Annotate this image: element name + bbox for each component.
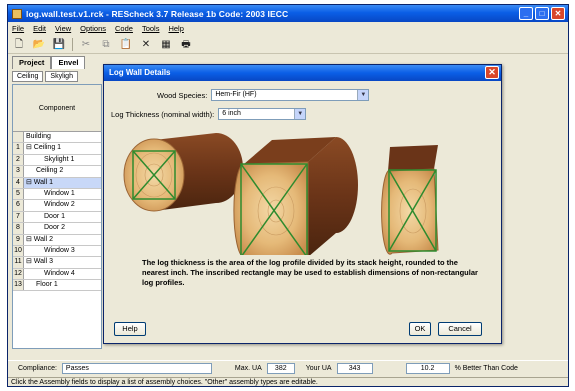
compliance-value: Passes [61,363,212,374]
table-row[interactable]: 8 Door 2 [13,223,101,235]
cancel-button[interactable]: Cancel [438,322,482,336]
cut-icon[interactable]: ✂ [79,38,93,51]
component-column-header[interactable]: Component [13,85,101,132]
table-row[interactable]: 12 Window 4 [13,268,101,281]
table-row[interactable]: 3 Ceiling 2 [13,166,101,178]
table-row[interactable]: Building [13,132,101,144]
status-hint: Click the Assembly fields to display a l… [8,377,568,388]
better-than-code-label: % Better Than Code [454,365,518,372]
table-row[interactable]: 6 Window 2 [13,200,101,212]
maximize-button[interactable]: □ [535,7,549,20]
close-button[interactable]: ✕ [551,7,565,20]
save-icon[interactable]: 💾 [52,38,66,51]
window-title: log.wall.test.v1.rck - REScheck 3.7 Rele… [26,8,289,19]
table-row[interactable]: 9 ⊟ Wall 2 [13,234,101,246]
toolbar: 🗋 📂 💾 ✂ ⧉ 📋 ✕ ▦ 🖶 [8,36,568,54]
table-row[interactable]: 2 Skylight 1 [13,154,101,167]
new-file-icon[interactable]: 🗋 [12,38,26,51]
menu-file[interactable]: File [12,24,24,33]
table-row[interactable]: 13 Floor 1 [13,280,101,292]
square-log-icon [381,145,439,255]
component-table: Component Building 1 ⊟ Ceiling 1 2 Skyligh… [12,84,102,349]
main-tabs: Project Envel [12,56,86,69]
table-row[interactable]: 1 ⊟ Ceiling 1 [13,143,101,155]
main-window: log.wall.test.v1.rck - REScheck 3.7 Rele… [7,4,569,387]
your-ua-value: 343 [336,363,373,374]
menu-edit[interactable]: Edit [33,24,46,33]
tab-envelope[interactable]: Envel [51,56,86,69]
table-row[interactable]: 11 ⊟ Wall 3 [13,257,101,269]
thickness-description: The log thickness is the area of the log… [142,258,478,287]
table-row[interactable]: 4 ⊟ Wall 1 [13,177,101,189]
ok-button[interactable]: OK [409,322,431,336]
toolbar-divider [72,38,73,51]
menu-help[interactable]: Help [168,24,183,33]
open-folder-icon[interactable]: 📂 [32,38,46,51]
minimize-button[interactable]: _ [519,7,533,20]
table-row[interactable]: 10 Window 3 [13,245,101,258]
menu-tools[interactable]: Tools [142,24,160,33]
title-bar[interactable]: log.wall.test.v1.rck - REScheck 3.7 Rele… [8,5,568,22]
delete-icon[interactable]: ✕ [139,38,153,51]
menu-bar: File Edit View Options Code Tools Help [8,22,568,35]
skylight-button[interactable]: Skyligh [45,71,78,82]
print-icon[interactable]: 🖶 [179,38,193,51]
app-icon [12,8,22,19]
log-wall-dialog: Log Wall Details ✕ Wood Species: Hem-Fir… [103,64,502,344]
paste-icon[interactable]: 📋 [119,38,133,51]
copy-icon[interactable]: ⧉ [99,38,113,51]
table-row[interactable]: 7 Door 1 [13,211,101,224]
component-buttons: Ceiling Skyligh [12,71,78,82]
round-log-icon [123,133,243,212]
table-icon[interactable]: ▦ [159,38,173,51]
d-log-icon [233,137,358,255]
compliance-bar: Compliance: Passes Max. UA 382 Your UA 3… [8,360,568,376]
help-button[interactable]: Help [114,322,146,336]
menu-options[interactable]: Options [80,24,106,33]
table-row[interactable]: 5 Window 1 [13,188,101,201]
max-ua-value: 382 [266,363,295,374]
your-ua-label: Your UA [305,365,332,372]
tab-project[interactable]: Project [12,56,52,69]
menu-code[interactable]: Code [115,24,133,33]
compliance-label: Compliance: [18,365,57,372]
ceiling-button[interactable]: Ceiling [12,71,44,82]
menu-view[interactable]: View [55,24,71,33]
max-ua-label: Max. UA [234,365,262,372]
better-than-code-value: 10.2 [405,363,450,374]
log-profiles-illustration [123,133,439,255]
